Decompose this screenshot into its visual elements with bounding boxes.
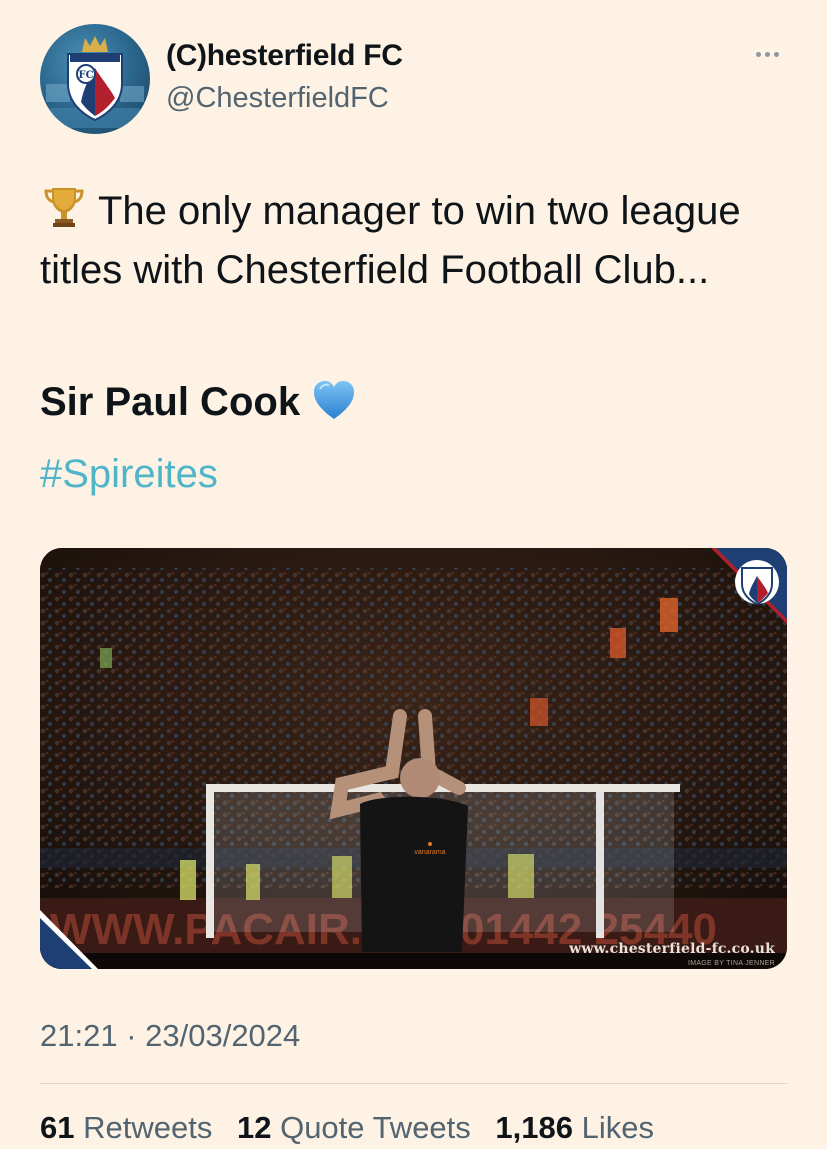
hashtag-link[interactable]: #Spireites bbox=[40, 446, 218, 502]
retweets-stat[interactable]: 61 Retweets bbox=[40, 1108, 212, 1148]
likes-label: Likes bbox=[581, 1110, 654, 1145]
tweet-emphasis: Sir Paul Cook bbox=[40, 380, 301, 424]
divider bbox=[40, 1083, 787, 1084]
tweet-emphasis-line: Sir Paul Cook bbox=[40, 374, 356, 430]
account-names: (C)hesterfield FC @ChesterfieldFC bbox=[166, 38, 403, 116]
svg-text:FC: FC bbox=[78, 70, 93, 81]
quote-tweets-count: 12 bbox=[236, 1110, 272, 1145]
photo-watermark-url: www.chesterfield-fc.co.uk bbox=[569, 941, 775, 957]
tweet-photo[interactable]: WWW.PACAIR.CO 01442 25440 vanarama www.c… bbox=[40, 548, 787, 969]
engagement-stats: 61 Retweets 12 Quote Tweets 1,186 Likes bbox=[40, 1108, 670, 1148]
more-options-icon[interactable] bbox=[747, 42, 787, 66]
account-handle[interactable]: @ChesterfieldFC bbox=[166, 80, 403, 116]
quote-tweets-label: Quote Tweets bbox=[280, 1110, 471, 1145]
retweets-count: 61 bbox=[40, 1110, 75, 1145]
shirt-text: vanarama bbox=[414, 849, 445, 856]
trophy-icon bbox=[40, 182, 88, 230]
tweet-header: FC (C)hesterfield FC @ChesterfieldFC bbox=[40, 24, 787, 136]
blue-heart-icon bbox=[312, 379, 356, 423]
quote-tweets-stat[interactable]: 12 Quote Tweets bbox=[237, 1108, 471, 1148]
tweet-text: The only manager to win two league title… bbox=[40, 182, 780, 300]
photo-credit: IMAGE BY TINA JENNER bbox=[687, 960, 775, 967]
retweets-label: Retweets bbox=[83, 1110, 213, 1145]
tweet-timestamp[interactable]: 21:21 · 23/03/2024 bbox=[40, 1016, 300, 1056]
likes-stat[interactable]: 1,186 Likes bbox=[495, 1108, 654, 1148]
likes-count: 1,186 bbox=[495, 1110, 573, 1145]
display-name[interactable]: (C)hesterfield FC bbox=[166, 38, 403, 74]
tweet-body: The only manager to win two league title… bbox=[40, 189, 741, 292]
club-crest-icon[interactable]: FC bbox=[40, 24, 150, 134]
